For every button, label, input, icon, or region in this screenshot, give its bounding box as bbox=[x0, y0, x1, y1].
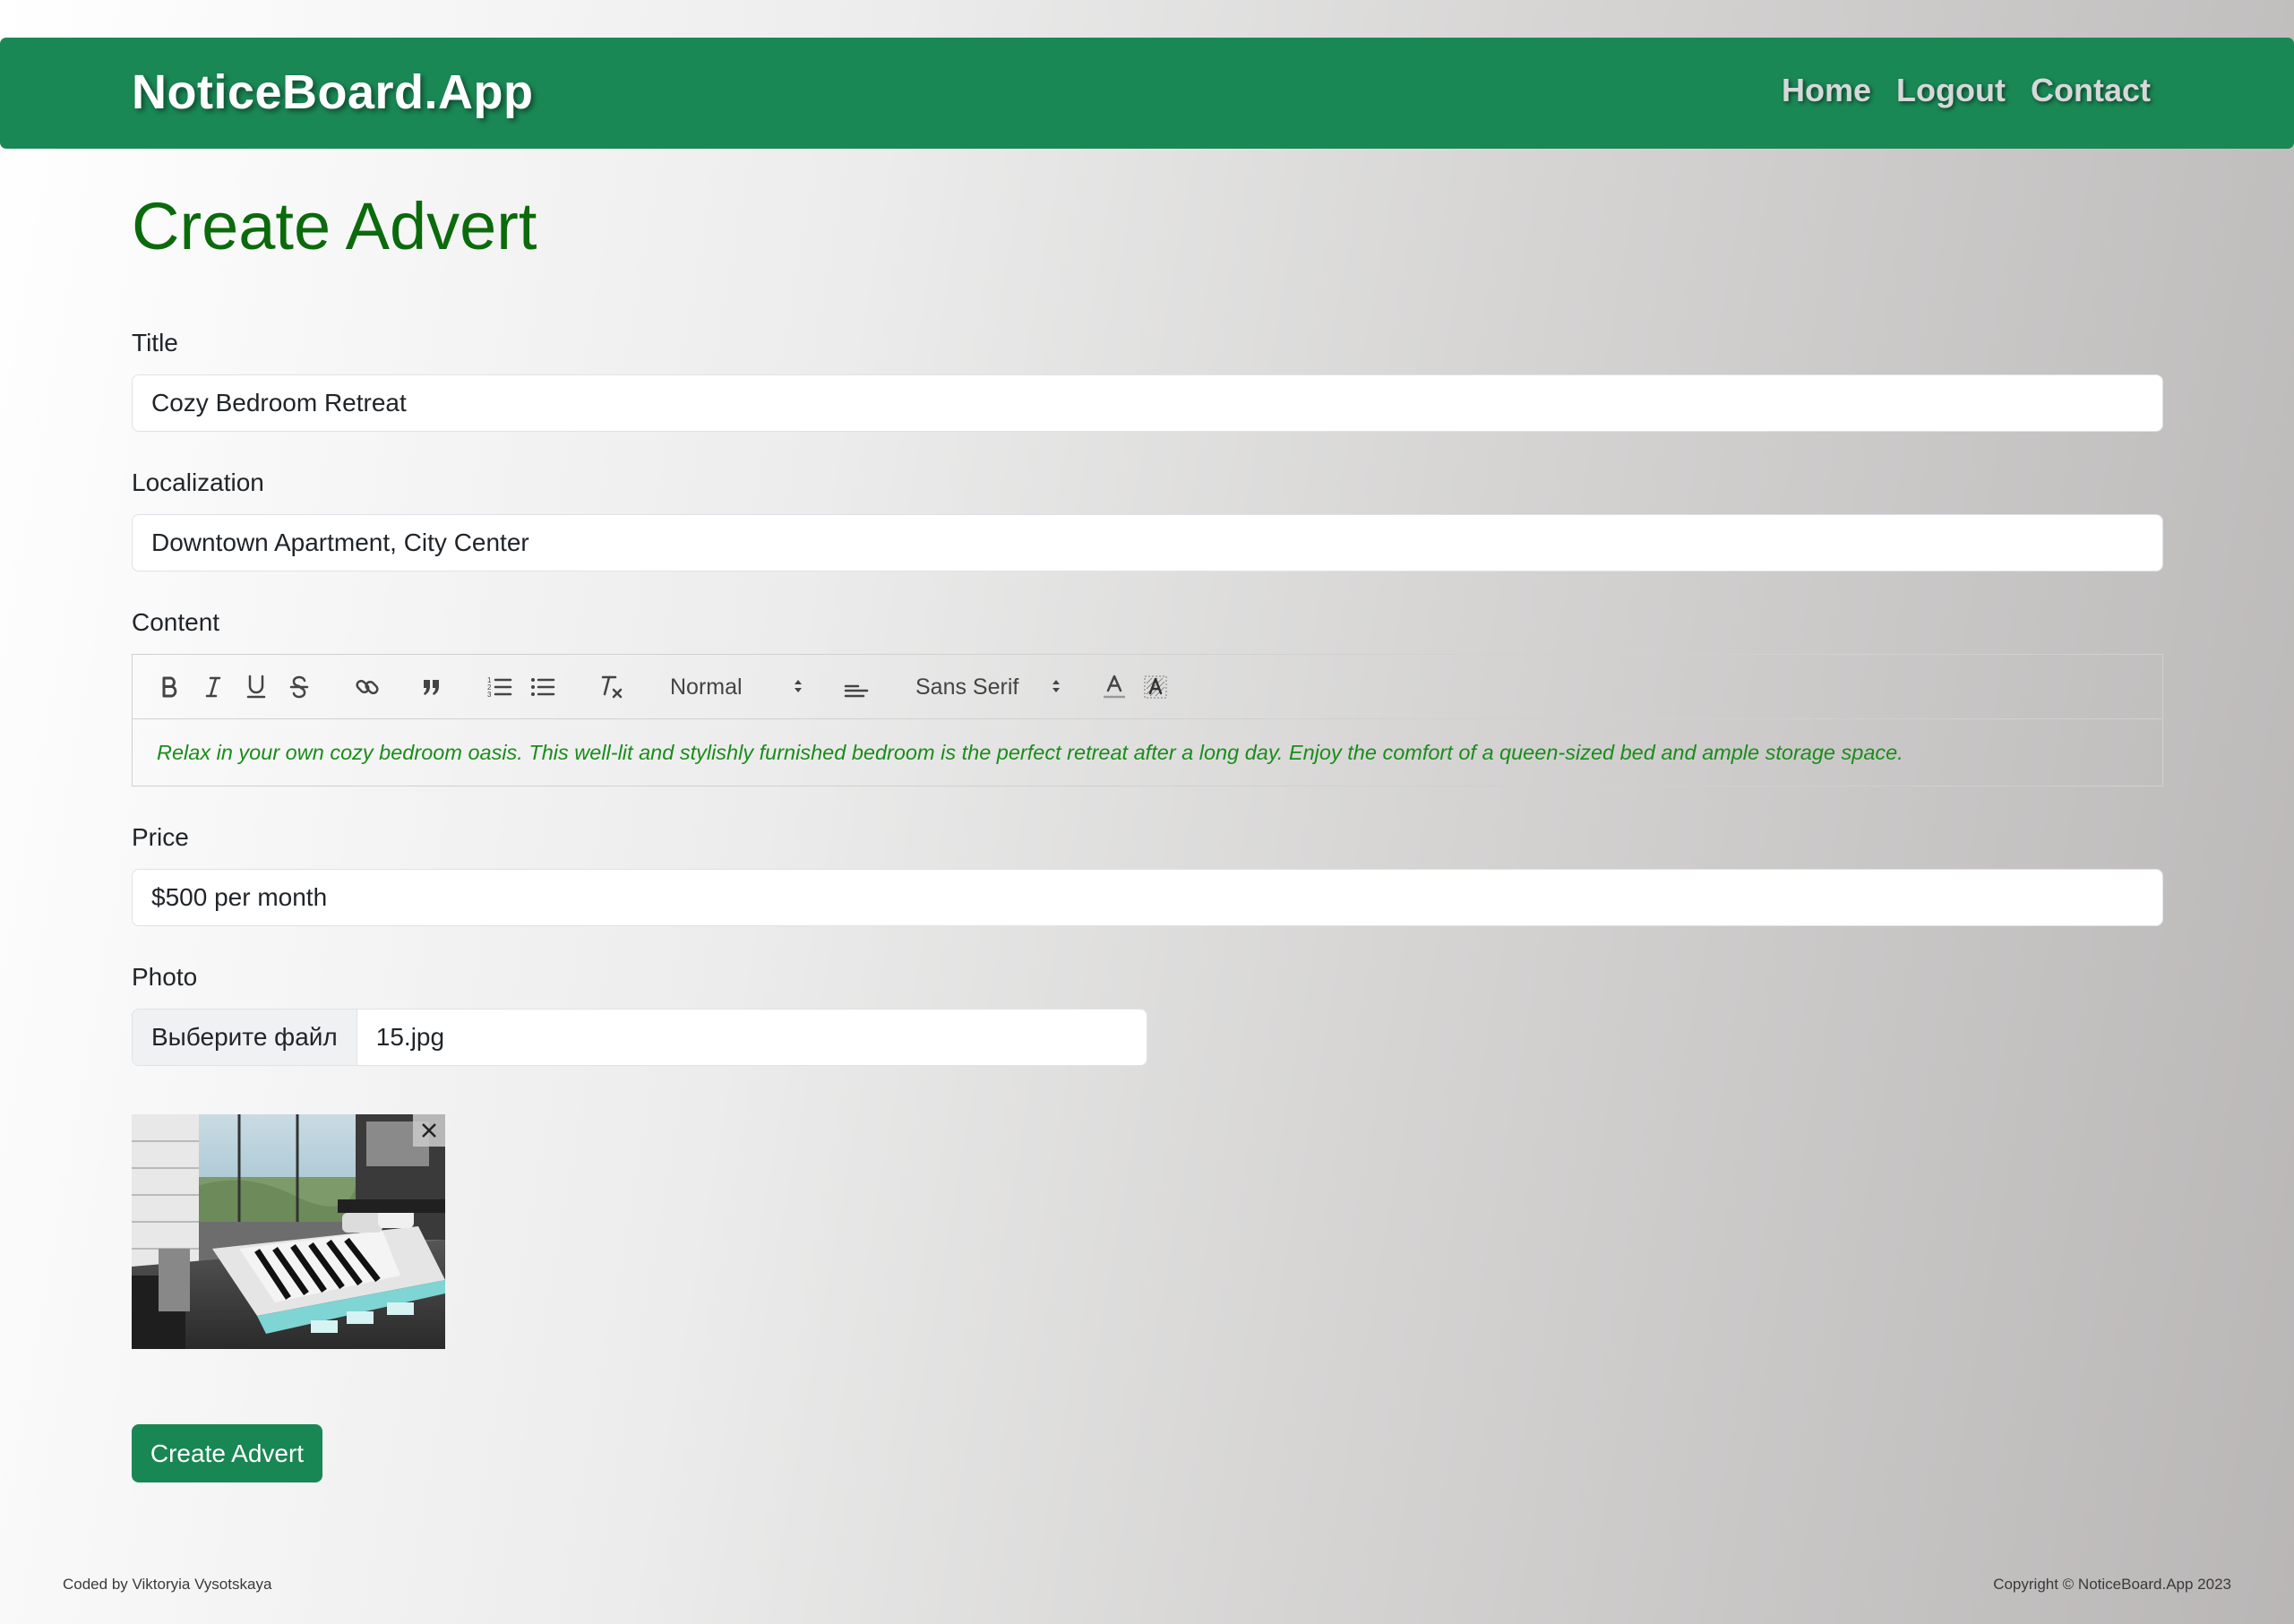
quote-icon bbox=[424, 680, 439, 695]
editor-toolbar: 1 2 3 Normal Sans Serif bbox=[133, 655, 2162, 719]
italic-icon bbox=[205, 676, 221, 698]
localization-input[interactable] bbox=[132, 514, 2163, 571]
underline-button[interactable] bbox=[240, 669, 272, 705]
font-family-select[interactable]: Sans Serif bbox=[915, 671, 1062, 703]
file-name: 15.jpg bbox=[375, 1023, 445, 1051]
bullet-list-icon bbox=[531, 678, 555, 696]
link-button[interactable] bbox=[349, 669, 385, 705]
bedroom-photo bbox=[132, 1114, 445, 1349]
nav-link-home[interactable]: Home bbox=[1782, 72, 1871, 109]
font-family-value: Sans Serif bbox=[915, 674, 1019, 700]
localization-label: Localization bbox=[132, 468, 264, 496]
ordered-list-button[interactable]: 1 2 3 bbox=[484, 669, 516, 705]
title-label: Title bbox=[132, 329, 178, 357]
header-size-select[interactable]: Normal bbox=[670, 671, 804, 703]
nav-link-contact[interactable]: Contact bbox=[2031, 72, 2151, 109]
align-button[interactable] bbox=[840, 669, 872, 705]
background-color-icon bbox=[1144, 675, 1167, 699]
nav-links: Home Logout Contact bbox=[1782, 72, 2151, 109]
editor-content-area[interactable]: Relax in your own cozy bedroom oasis. Th… bbox=[133, 719, 2162, 786]
rich-text-editor: 1 2 3 Normal Sans Serif Relax in your ow… bbox=[132, 654, 2163, 786]
underline-icon bbox=[246, 675, 266, 699]
clear-format-icon bbox=[601, 675, 623, 699]
blockquote-button[interactable] bbox=[416, 669, 448, 705]
link-icon bbox=[356, 679, 379, 695]
strikethrough-icon bbox=[289, 675, 309, 699]
footer-credit: Coded by Viktoryia Vysotskaya bbox=[63, 1576, 272, 1593]
italic-button[interactable] bbox=[197, 669, 229, 705]
select-arrows-icon bbox=[795, 680, 802, 692]
price-input[interactable] bbox=[132, 869, 2163, 926]
clean-format-button[interactable] bbox=[593, 669, 629, 705]
select-arrows-icon bbox=[1052, 680, 1060, 692]
choose-file-button[interactable]: Выберите файл bbox=[133, 1010, 357, 1065]
bold-icon bbox=[162, 676, 177, 698]
brand-logo[interactable]: NoticeBoard.App bbox=[132, 64, 534, 120]
page-title: Create Advert bbox=[132, 189, 537, 263]
align-left-icon bbox=[844, 684, 869, 698]
bold-button[interactable] bbox=[154, 669, 186, 705]
navbar: NoticeBoard.App Home Logout Contact bbox=[0, 38, 2294, 149]
svg-text:3: 3 bbox=[487, 691, 492, 699]
photo-file-input[interactable]: Выберите файл 15.jpg bbox=[132, 1009, 1147, 1066]
text-color-button[interactable] bbox=[1098, 669, 1130, 705]
ordered-list-icon: 1 2 3 bbox=[487, 676, 512, 699]
nav-link-logout[interactable]: Logout bbox=[1896, 72, 2006, 109]
photo-label: Photo bbox=[132, 963, 198, 991]
create-advert-button[interactable]: Create Advert bbox=[132, 1424, 322, 1482]
footer-copyright: Copyright © NoticeBoard.App 2023 bbox=[1993, 1576, 2231, 1593]
close-icon bbox=[422, 1123, 436, 1138]
strikethrough-button[interactable] bbox=[283, 669, 315, 705]
text-color-icon bbox=[1104, 675, 1125, 699]
remove-photo-button[interactable] bbox=[413, 1114, 445, 1147]
price-label: Price bbox=[132, 823, 189, 851]
photo-preview bbox=[132, 1114, 445, 1349]
title-input[interactable] bbox=[132, 374, 2163, 432]
background-color-button[interactable] bbox=[1139, 669, 1172, 705]
header-size-value: Normal bbox=[670, 674, 743, 700]
bullet-list-button[interactable] bbox=[527, 669, 559, 705]
content-label: Content bbox=[132, 608, 220, 636]
